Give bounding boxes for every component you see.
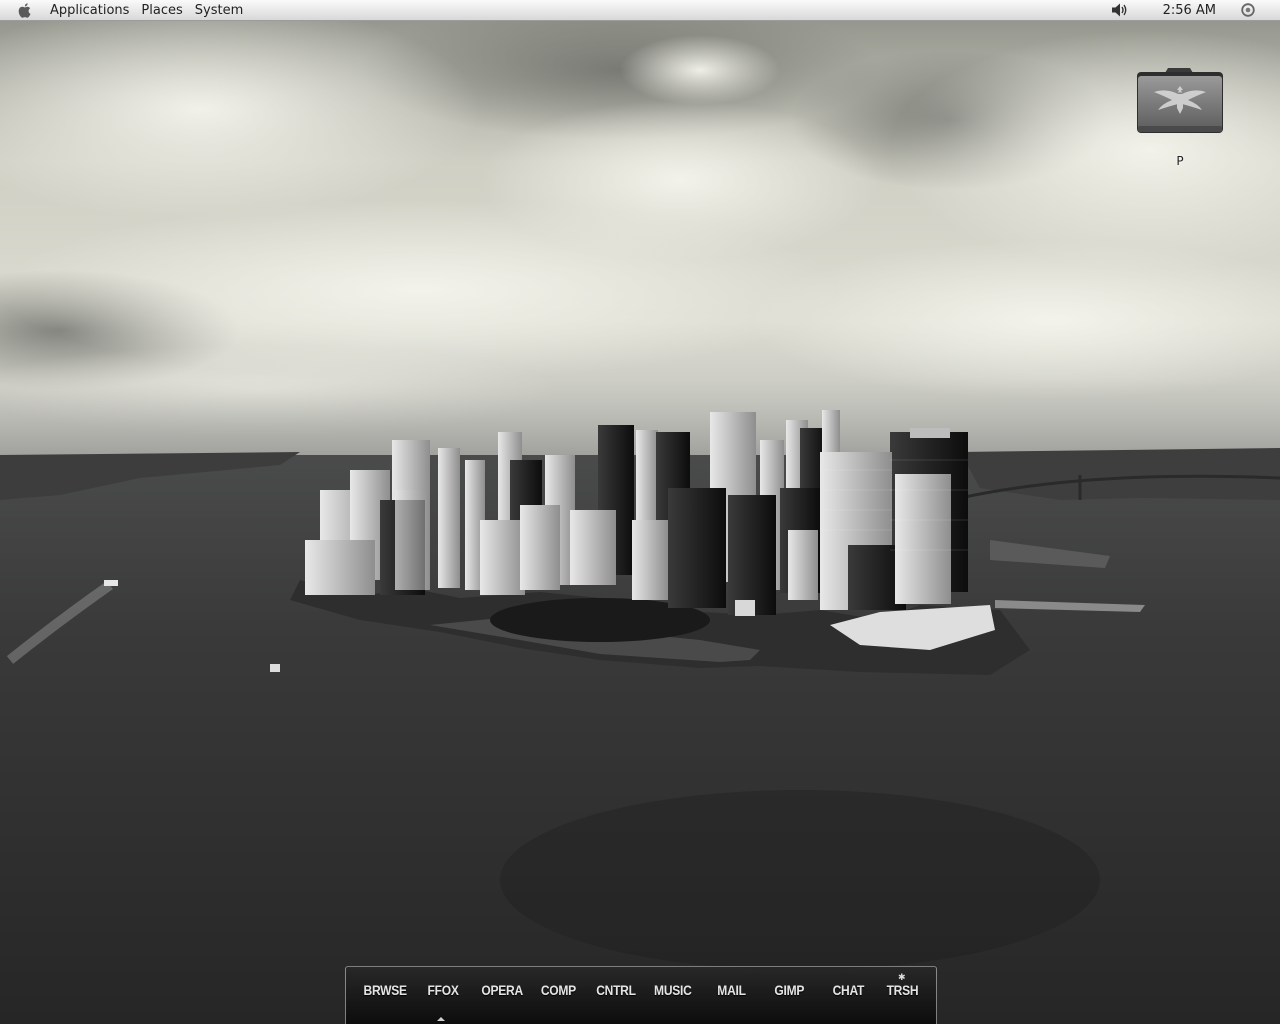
dock-item-mail[interactable]: MAIL bbox=[717, 982, 746, 1004]
volume-icon[interactable] bbox=[1111, 2, 1129, 18]
dock-item-chat[interactable]: CHAT bbox=[833, 982, 865, 1004]
menu-applications[interactable]: Applications bbox=[44, 0, 135, 21]
session-icon[interactable] bbox=[1241, 3, 1255, 17]
desktop-folder-p[interactable]: P bbox=[1130, 64, 1230, 168]
dock-item-gimp[interactable]: GIMP bbox=[774, 982, 804, 1004]
dock: BRWSE FFOX OPERA COMP CNTRL MUSIC MAIL G… bbox=[345, 966, 937, 1024]
dock-item-trsh[interactable]: TRSH bbox=[887, 982, 919, 1004]
dock-item-brwse[interactable]: BRWSE bbox=[364, 982, 408, 1004]
desktop-icon-label[interactable]: P bbox=[1130, 154, 1230, 168]
dock-item-cntrl[interactable]: CNTRL bbox=[596, 982, 636, 1004]
folder-eagle-icon[interactable] bbox=[1136, 64, 1224, 136]
clock[interactable]: 2:56 AM bbox=[1163, 3, 1216, 18]
top-panel: Applications Places System 2:56 AM bbox=[0, 0, 1280, 21]
menu-system[interactable]: System bbox=[189, 0, 249, 21]
dock-item-comp[interactable]: COMP bbox=[541, 982, 576, 1004]
desktop-wallpaper bbox=[0, 0, 1280, 1024]
panel-tray: 2:56 AM bbox=[1111, 0, 1280, 20]
menu-places[interactable]: Places bbox=[135, 0, 188, 21]
dock-item-ffox[interactable]: FFOX bbox=[428, 982, 459, 1004]
dock-item-music[interactable]: MUSIC bbox=[654, 982, 692, 1004]
dock-item-opera[interactable]: OPERA bbox=[481, 982, 523, 1004]
apple-icon[interactable] bbox=[17, 2, 31, 18]
dock-running-indicator bbox=[437, 1017, 445, 1021]
panel-menu-bar: Applications Places System bbox=[0, 0, 249, 20]
